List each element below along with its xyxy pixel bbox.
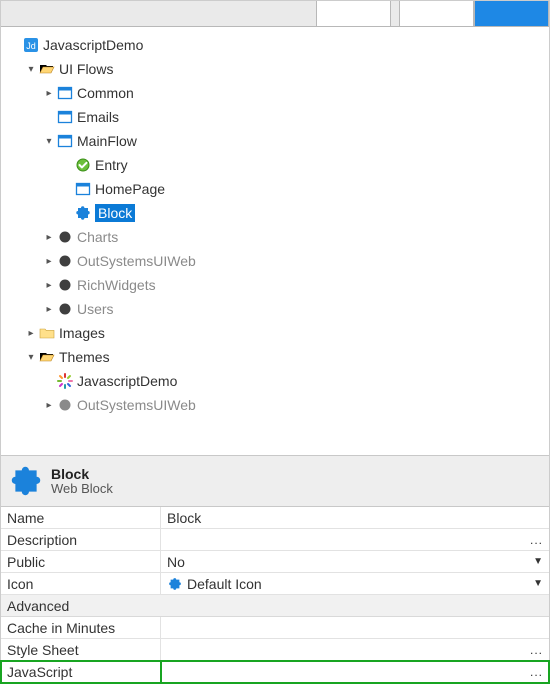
tree-node-users[interactable]: ▸ Users [5, 297, 545, 321]
prop-javascript-value[interactable]: ... [161, 661, 549, 683]
prop-description-key: Description [1, 529, 161, 551]
expander-icon[interactable]: ▾ [25, 63, 37, 75]
tree-node-emails[interactable]: ▶ Emails [5, 105, 545, 129]
expander-icon[interactable]: ▾ [25, 351, 37, 363]
prop-icon-value[interactable]: Default Icon▼ [161, 573, 549, 595]
prop-name-key: Name [1, 507, 161, 529]
circle-dim-icon [57, 253, 73, 269]
tree-node-richwidgets[interactable]: ▸ RichWidgets [5, 273, 545, 297]
tree-label: Common [77, 85, 134, 101]
expander-icon[interactable]: ▸ [25, 327, 37, 339]
expander-icon[interactable]: ▾ [43, 135, 55, 147]
properties-subtitle: Web Block [51, 482, 113, 496]
prop-public-key: Public [1, 551, 161, 573]
tree-node-app[interactable]: ▶ JavascriptDemo [5, 33, 545, 57]
tree-node-themes[interactable]: ▾ Themes [5, 345, 545, 369]
window-icon [75, 181, 91, 197]
prop-section-advanced: Advanced [1, 595, 549, 617]
caret-down-icon[interactable]: ▼ [533, 578, 543, 589]
tree-label: Emails [77, 109, 119, 125]
puzzle-icon [75, 205, 91, 221]
module-tree[interactable]: ▶ JavascriptDemo ▾ UI Flows ▸ Common ▶ E… [1, 27, 549, 421]
tree-node-theme-os[interactable]: ▸ OutSystemsUIWeb [5, 393, 545, 417]
prop-javascript-key: JavaScript [1, 661, 161, 683]
tree-label: Themes [59, 349, 110, 365]
expander-icon[interactable]: ▸ [43, 255, 55, 267]
tree-node-uiflows[interactable]: ▾ UI Flows [5, 57, 545, 81]
tree-label: OutSystemsUIWeb [77, 397, 196, 413]
tree-node-outsysuiweb[interactable]: ▸ OutSystemsUIWeb [5, 249, 545, 273]
expander-icon[interactable]: ▸ [43, 87, 55, 99]
puzzle-large-icon [9, 464, 43, 498]
window-icon [57, 133, 73, 149]
properties-title: Block [51, 466, 113, 482]
tree-node-entry[interactable]: ▶ Entry [5, 153, 545, 177]
entry-icon [75, 157, 91, 173]
tree-node-charts[interactable]: ▸ Charts [5, 225, 545, 249]
prop-cache-key: Cache in Minutes [1, 617, 161, 639]
app-icon [23, 37, 39, 53]
ellipsis-icon[interactable]: ... [530, 665, 543, 679]
tree-label: Block [95, 204, 135, 222]
properties-header: Block Web Block [1, 455, 549, 507]
prop-public-value[interactable]: No▼ [161, 551, 549, 573]
folder-icon [39, 325, 55, 341]
ellipsis-icon[interactable]: ... [530, 643, 543, 657]
prop-cache-value[interactable] [161, 617, 549, 639]
tree-label: MainFlow [77, 133, 137, 149]
tab-unselected-2[interactable] [399, 1, 474, 26]
theme-icon [57, 373, 73, 389]
tab-unselected-1[interactable] [316, 1, 391, 26]
tree-label: Charts [77, 229, 118, 245]
caret-down-icon[interactable]: ▼ [533, 556, 543, 567]
properties-grid: Name Block Description ... Public No▼ Ic… [1, 507, 549, 683]
circle-dim-icon [57, 301, 73, 317]
top-tab-strip [1, 1, 549, 27]
tree-node-common[interactable]: ▸ Common [5, 81, 545, 105]
prop-icon-key: Icon [1, 573, 161, 595]
folder-open-icon [39, 349, 55, 365]
circle-dim-icon [57, 229, 73, 245]
tree-label: Entry [95, 157, 128, 173]
tree-label: OutSystemsUIWeb [77, 253, 196, 269]
tree-node-theme-js[interactable]: ▶ JavascriptDemo [5, 369, 545, 393]
tree-node-mainflow[interactable]: ▾ MainFlow [5, 129, 545, 153]
tree-label: JavascriptDemo [43, 37, 143, 53]
prop-description-value[interactable]: ... [161, 529, 549, 551]
window-icon [57, 85, 73, 101]
expander-icon[interactable]: ▸ [43, 399, 55, 411]
tree-label: UI Flows [59, 61, 113, 77]
circle-dim-icon [57, 277, 73, 293]
tree-node-images[interactable]: ▸ Images [5, 321, 545, 345]
tree-label: HomePage [95, 181, 165, 197]
puzzle-icon [167, 576, 183, 592]
tree-label: JavascriptDemo [77, 373, 177, 389]
ellipsis-icon[interactable]: ... [530, 533, 543, 547]
expander-icon[interactable]: ▸ [43, 231, 55, 243]
expander-icon[interactable]: ▸ [43, 303, 55, 315]
tree-label: Users [77, 301, 114, 317]
tree-label: RichWidgets [77, 277, 156, 293]
prop-stylesheet-key: Style Sheet [1, 639, 161, 661]
tab-active[interactable] [474, 1, 549, 26]
folder-open-icon [39, 61, 55, 77]
tree-label: Images [59, 325, 105, 341]
expander-icon[interactable]: ▸ [43, 279, 55, 291]
window-icon [57, 109, 73, 125]
prop-stylesheet-value[interactable]: ... [161, 639, 549, 661]
circle-grey-icon [57, 397, 73, 413]
tree-node-block[interactable]: ▶ Block [5, 201, 545, 225]
tree-node-homepage[interactable]: ▶ HomePage [5, 177, 545, 201]
prop-name-value[interactable]: Block [161, 507, 549, 529]
